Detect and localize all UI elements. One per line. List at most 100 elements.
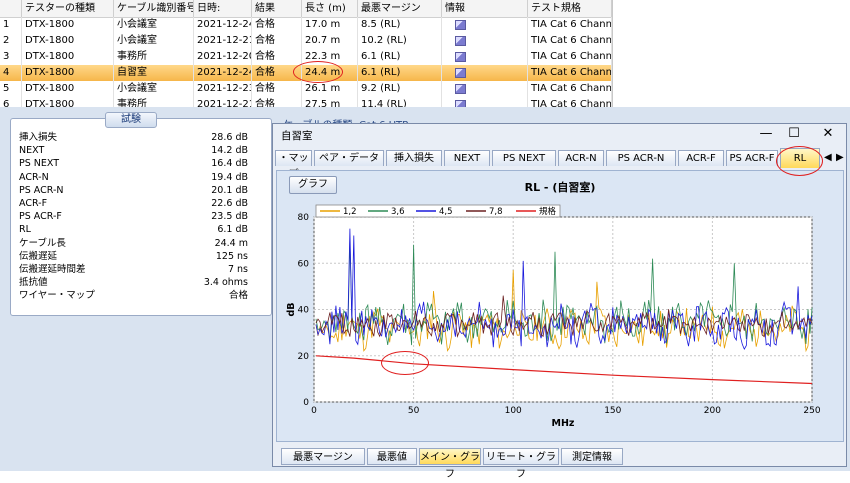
header-result[interactable]: 結果 — [252, 0, 302, 17]
tab-worst-margin[interactable]: 最悪マージン — [281, 448, 365, 465]
table-cell-margin: 6.1 (RL) — [358, 65, 442, 81]
x-tick-label: 0 — [311, 406, 317, 416]
table-row[interactable]: 5DTX-1800小会議室2021-12-23 ...合格26.1 m9.2 (… — [0, 81, 612, 97]
measurement-value: 6.1 dB — [217, 224, 248, 236]
table-cell-standard: TIA Cat 6 Channel — [528, 81, 612, 97]
graph-info-icon[interactable] — [455, 20, 466, 30]
measurement-value: 19.4 dB — [211, 171, 248, 183]
table-cell-margin: 11.4 (RL) — [358, 97, 442, 107]
table-row[interactable]: 2DTX-1800小会議室2021-12-21 ...合格20.7 m10.2 … — [0, 33, 612, 49]
table-cell-date: 2021-12-20 ... — [194, 49, 252, 65]
tab-remote-graph[interactable]: リモート・グラフ — [483, 448, 559, 480]
graph-info-icon[interactable] — [455, 36, 466, 46]
header-info[interactable]: 情報 — [442, 0, 528, 17]
header-tester-type[interactable]: テスターの種類 — [22, 0, 114, 17]
table-cell-length: 17.0 m — [302, 17, 358, 33]
scroll-left-arrow-icon[interactable]: ◀ — [824, 152, 832, 163]
legend-label: 4,5 — [439, 207, 453, 217]
table-cell-num: 4 — [0, 65, 22, 81]
measurement-label: 抵抗値 — [19, 277, 48, 289]
info-icon-cell — [442, 81, 528, 97]
tab-acr-f[interactable]: ACR-F — [678, 150, 724, 166]
table-cell-margin: 10.2 (RL) — [358, 33, 442, 49]
measurement-value: 24.4 m — [214, 237, 248, 249]
table-cell-standard: TIA Cat 6 Channel — [528, 33, 612, 49]
table-cell-tester: DTX-1800 — [22, 97, 114, 107]
header-length[interactable]: 長さ (m) — [302, 0, 358, 17]
table-cell-length: 26.1 m — [302, 81, 358, 97]
table-cell-num: 3 — [0, 49, 22, 65]
bottom-tab-strip: 最悪マージン 最悪値 メイン・グラフ リモート・グラフ 測定情報 — [273, 447, 846, 480]
tab-measurement-info[interactable]: 測定情報 — [561, 448, 623, 465]
table-row[interactable]: 6DTX-1800事務所2021-12-21 ...合格27.5 m11.4 (… — [0, 97, 612, 107]
measurement-value: 合格 — [228, 290, 248, 302]
header-cable-id[interactable]: ケーブル識別番号 — [114, 0, 194, 17]
tab-wire-map[interactable]: ・マップ — [275, 150, 312, 180]
tab-pair-data[interactable]: ペア・データー — [314, 150, 384, 180]
tab-main-graph[interactable]: メイン・グラフ — [419, 448, 481, 480]
y-tick-label: 40 — [298, 306, 310, 316]
graph-window: 自習室 — ☐ ✕ ・マップ ペア・データー 挿入損失 NEXT PS NEXT… — [272, 123, 847, 480]
chart-area: グラフ RL - (自習室) 0 50 100 150 200 250 0 20 40 60 80 M… — [276, 170, 844, 442]
info-icon-cell — [442, 97, 528, 107]
table-cell-cable: 小会議室 — [114, 33, 194, 49]
table-cell-tester: DTX-1800 — [22, 33, 114, 49]
measurement-label: RL — [19, 224, 31, 236]
table-cell-num: 1 — [0, 17, 22, 33]
table-cell-date: 2021-12-21 ... — [194, 97, 252, 107]
table-cell-result: 合格 — [252, 97, 302, 107]
table-cell-date: 2021-12-23 ... — [194, 81, 252, 97]
measurement-label: ワイヤー・マップ — [19, 290, 95, 302]
y-axis-label: dB — [286, 302, 297, 316]
header-date[interactable]: 日時: — [194, 0, 252, 17]
measurement-value: 23.5 dB — [211, 211, 248, 223]
table-cell-result: 合格 — [252, 49, 302, 65]
measurement-label: NEXT — [19, 145, 45, 157]
results-table: テスターの種類 ケーブル識別番号 日時: 結果 長さ (m) 最悪マージン 情報… — [0, 0, 613, 107]
y-tick-label: 20 — [298, 352, 310, 362]
header-test-standard[interactable]: テスト規格 — [528, 0, 612, 17]
x-tick-label: 150 — [604, 406, 621, 416]
table-cell-date: 2021-12-24 ... — [194, 65, 252, 81]
table-row[interactable]: 1DTX-1800小会議室2021-12-24 ...合格17.0 m8.5 (… — [0, 17, 612, 33]
header-worst-margin[interactable]: 最悪マージン — [358, 0, 442, 17]
scroll-right-arrow-icon[interactable]: ▶ — [836, 152, 844, 163]
minimize-button[interactable]: — — [751, 124, 781, 144]
header-index[interactable] — [0, 0, 22, 17]
maximize-button[interactable]: ☐ — [779, 124, 809, 144]
table-cell-result: 合格 — [252, 33, 302, 49]
measurement-label: ACR-F — [19, 198, 48, 209]
tab-ps-next[interactable]: PS NEXT — [492, 150, 556, 166]
tab-ps-acr-n[interactable]: PS ACR-N — [606, 150, 676, 166]
info-icon-cell — [442, 49, 528, 65]
tab-next[interactable]: NEXT — [444, 150, 490, 166]
table-cell-result: 合格 — [252, 17, 302, 33]
table-cell-tester: DTX-1800 — [22, 17, 114, 33]
y-tick-label: 60 — [298, 259, 310, 269]
graph-info-icon[interactable] — [455, 52, 466, 62]
measurement-label: 伝搬遅延 — [19, 250, 58, 262]
table-cell-num: 2 — [0, 33, 22, 49]
tab-ps-acr-f[interactable]: PS ACR-F — [726, 150, 778, 166]
table-cell-standard: TIA Cat 6 Channel — [528, 97, 612, 107]
table-cell-cable: 事務所 — [114, 97, 194, 107]
x-tick-label: 200 — [704, 406, 721, 416]
table-row[interactable]: 4DTX-1800自習室2021-12-24 ...合格24.4 m6.1 (R… — [0, 65, 612, 81]
table-cell-standard: TIA Cat 6 Channel — [528, 49, 612, 65]
tab-worst-value[interactable]: 最悪値 — [367, 448, 417, 465]
measurement-label: PS ACR-F — [19, 211, 62, 223]
tab-acr-n[interactable]: ACR-N — [558, 150, 604, 166]
graph-info-icon[interactable] — [455, 84, 466, 94]
table-cell-cable: 小会議室 — [114, 17, 194, 33]
legend-label: 規格 — [539, 206, 557, 217]
measurement-value: 3.4 ohms — [203, 277, 248, 289]
tab-rl[interactable]: RL — [780, 148, 820, 168]
close-button[interactable]: ✕ — [813, 124, 843, 144]
table-cell-num: 5 — [0, 81, 22, 97]
table-row[interactable]: 3DTX-1800事務所2021-12-20 ...合格22.3 m6.1 (R… — [0, 49, 612, 65]
graph-info-icon[interactable] — [455, 100, 466, 107]
y-tick-label: 80 — [298, 213, 310, 223]
tab-insertion-loss[interactable]: 挿入損失 — [386, 150, 442, 166]
graph-info-icon[interactable] — [455, 68, 466, 78]
table-cell-standard: TIA Cat 6 Channel — [528, 65, 612, 81]
